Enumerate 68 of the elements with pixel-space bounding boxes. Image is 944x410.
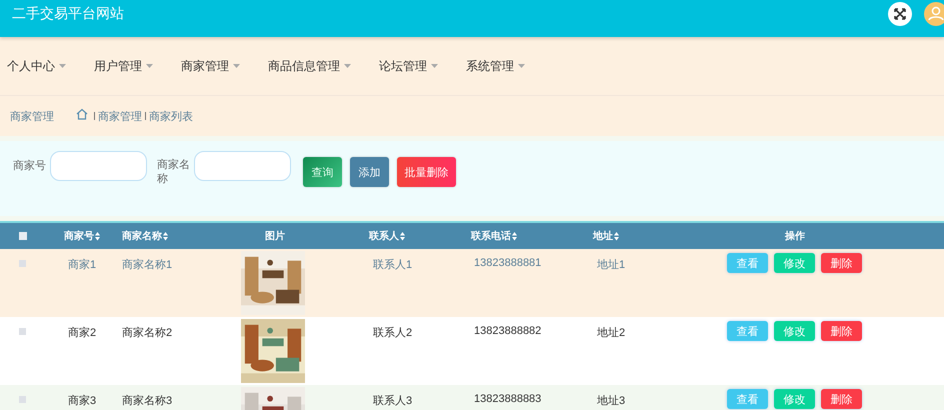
fullscreen-icon[interactable] — [888, 2, 912, 26]
table-cell-text: 商家2 — [68, 326, 96, 340]
search-button[interactable]: 查询 — [303, 157, 342, 187]
nav-menu[interactable]: 商家管理 — [181, 58, 240, 74]
column-header[interactable]: 地址 — [593, 229, 613, 243]
table-cell-text: 商家3 — [68, 394, 96, 408]
sort-icon[interactable] — [512, 232, 517, 240]
table-cell-text: 商家名称3 — [122, 394, 172, 408]
caret-icon[interactable] — [518, 64, 525, 68]
table-cell-text: 商家名称1 — [122, 258, 172, 272]
sort-icon[interactable] — [400, 232, 405, 240]
caret-icon[interactable] — [146, 64, 153, 68]
edit-button[interactable]: 修改 — [774, 253, 815, 273]
table-cell-text: 地址3 — [597, 394, 626, 408]
field-label: 商家名称 — [157, 158, 191, 186]
column-header[interactable]: 联系电话 — [471, 229, 511, 243]
input-field[interactable] — [194, 151, 291, 181]
delete-button[interactable]: 删除 — [821, 253, 862, 273]
column-header[interactable]: 商家号 — [64, 229, 94, 243]
table-cell-text: 地址2 — [597, 326, 626, 340]
sort-icon[interactable] — [614, 232, 619, 240]
nav-menu[interactable]: 商品信息管理 — [268, 58, 351, 74]
column-header: 操作 — [785, 230, 805, 243]
column-header: 图片 — [265, 230, 285, 243]
breadcrumb-link[interactable]: 商家列表 — [149, 108, 193, 124]
caret-icon[interactable] — [59, 64, 66, 68]
sort-icon[interactable] — [163, 232, 168, 240]
nav-menu[interactable]: 论坛管理 — [379, 58, 438, 74]
checkbox[interactable] — [18, 232, 26, 240]
checkbox[interactable] — [19, 260, 26, 267]
home-icon[interactable] — [76, 108, 88, 120]
view-button[interactable]: 查看 — [727, 321, 768, 341]
caret-icon[interactable] — [344, 64, 351, 68]
table-cell-text: 联系人3 — [373, 394, 412, 408]
table-cell-text: 商家1 — [68, 258, 96, 272]
page-title: 商家管理 — [10, 110, 54, 124]
checkbox[interactable] — [19, 396, 26, 403]
delete-button[interactable]: 删除 — [821, 321, 862, 341]
checkbox[interactable] — [19, 328, 26, 335]
table-cell-text: 商家名称2 — [122, 326, 172, 340]
add-button[interactable]: 添加 — [350, 157, 389, 187]
delete-button[interactable]: 删除 — [821, 389, 862, 409]
table-cell-text: 联系人2 — [373, 326, 412, 340]
sort-icon[interactable] — [95, 232, 100, 240]
table-cell-text: 联系人1 — [373, 258, 412, 272]
table-cell: 13823888883 — [474, 393, 542, 405]
nav-menu[interactable]: 用户管理 — [94, 58, 153, 74]
caret-icon[interactable] — [233, 64, 240, 68]
separator-mark — [94, 112, 95, 120]
nav-menu[interactable]: 个人中心 — [7, 58, 66, 74]
column-header[interactable]: 联系人 — [369, 229, 399, 243]
input-field[interactable] — [50, 151, 147, 181]
edit-button[interactable]: 修改 — [774, 321, 815, 341]
breadcrumb-link[interactable]: 商家管理 — [98, 108, 142, 124]
site-title: 二手交易平台网站 — [12, 4, 124, 22]
table-cell-text: 地址1 — [597, 258, 626, 272]
nav-menu[interactable]: 系统管理 — [466, 58, 525, 74]
table-cell: 13823888881 — [474, 257, 542, 269]
separator-mark — [145, 112, 146, 120]
edit-button[interactable]: 修改 — [774, 389, 815, 409]
column-header[interactable]: 商家名称 — [122, 229, 162, 243]
caret-icon[interactable] — [431, 64, 438, 68]
table-cell: 13823888882 — [474, 325, 542, 337]
batch-delete-button[interactable]: 批量删除 — [397, 157, 456, 187]
field-label: 商家号 — [13, 158, 47, 174]
view-button[interactable]: 查看 — [727, 253, 768, 273]
avatar-icon[interactable] — [924, 2, 944, 26]
view-button[interactable]: 查看 — [727, 389, 768, 409]
